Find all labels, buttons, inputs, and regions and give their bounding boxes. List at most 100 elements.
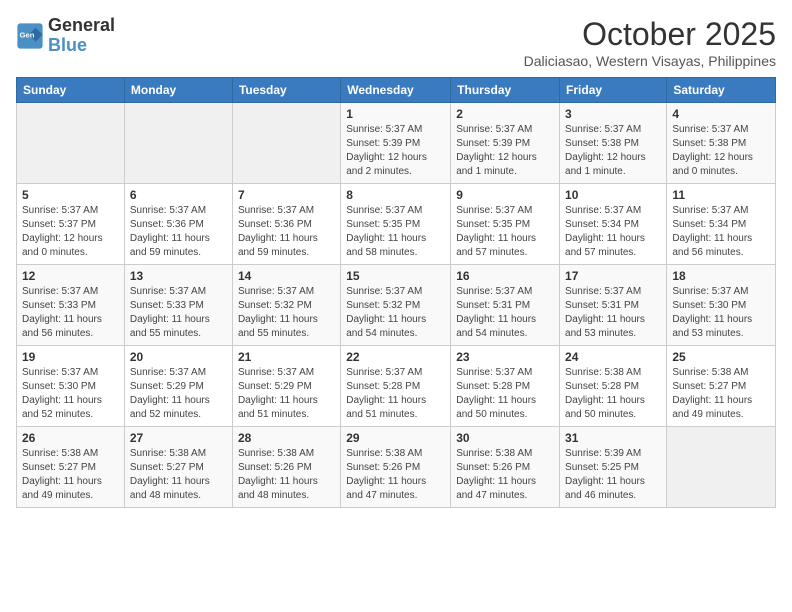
- day-detail: Sunrise: 5:37 AM Sunset: 5:32 PM Dayligh…: [346, 285, 445, 341]
- location-title: Daliciasao, Western Visayas, Philippines: [524, 53, 776, 69]
- day-detail: Sunrise: 5:37 AM Sunset: 5:39 PM Dayligh…: [456, 123, 554, 179]
- day-number: 13: [130, 269, 227, 283]
- calendar-day-cell: 18Sunrise: 5:37 AM Sunset: 5:30 PM Dayli…: [667, 265, 776, 346]
- calendar-day-cell: [124, 103, 232, 184]
- day-detail: Sunrise: 5:37 AM Sunset: 5:35 PM Dayligh…: [456, 204, 554, 260]
- calendar-day-cell: 22Sunrise: 5:37 AM Sunset: 5:28 PM Dayli…: [341, 346, 451, 427]
- day-number: 12: [22, 269, 119, 283]
- calendar-day-cell: 13 Sunrise: 5:37 AM Sunset: 5:33 PM Dayli…: [124, 265, 232, 346]
- day-number: 21: [238, 350, 335, 364]
- calendar-day-cell: 7 Sunrise: 5:37 AM Sunset: 5:36 PM Daylig…: [232, 184, 340, 265]
- day-number: 3: [565, 107, 661, 121]
- day-detail: Sunrise: 5:37 AM Sunset: 5:31 PM Dayligh…: [456, 285, 554, 341]
- calendar-day-cell: 4Sunrise: 5:37 AM Sunset: 5:38 PM Daylig…: [667, 103, 776, 184]
- day-detail: Sunrise: 5:38 AM Sunset: 5:26 PM Dayligh…: [456, 447, 554, 503]
- day-detail: Sunrise: 5:37 AM Sunset: 5:31 PM Dayligh…: [565, 285, 661, 341]
- calendar-day-cell: 29 Sunrise: 5:38 AM Sunset: 5:26 PM Dayli…: [341, 427, 451, 508]
- calendar-day-cell: 23 Sunrise: 5:37 AM Sunset: 5:28 PM Dayli…: [451, 346, 560, 427]
- calendar-day-cell: [17, 103, 125, 184]
- day-detail: Sunrise: 5:37 AM Sunset: 5:33 PM Dayligh…: [22, 285, 119, 341]
- day-number: 9: [456, 188, 554, 202]
- calendar-day-cell: 16Sunrise: 5:37 AM Sunset: 5:31 PM Dayli…: [451, 265, 560, 346]
- weekday-header-sunday: Sunday: [17, 78, 125, 103]
- calendar-day-cell: 8 Sunrise: 5:37 AM Sunset: 5:35 PM Daylig…: [341, 184, 451, 265]
- day-detail: Sunrise: 5:37 AM Sunset: 5:28 PM Dayligh…: [456, 366, 554, 422]
- calendar-day-cell: 17 Sunrise: 5:37 AM Sunset: 5:31 PM Dayli…: [560, 265, 667, 346]
- day-detail: Sunrise: 5:37 AM Sunset: 5:38 PM Dayligh…: [565, 123, 661, 179]
- day-number: 10: [565, 188, 661, 202]
- day-detail: Sunrise: 5:38 AM Sunset: 5:26 PM Dayligh…: [238, 447, 335, 503]
- day-detail: Sunrise: 5:37 AM Sunset: 5:39 PM Dayligh…: [346, 123, 445, 179]
- calendar-day-cell: 14 Sunrise: 5:37 AM Sunset: 5:32 PM Dayli…: [232, 265, 340, 346]
- svg-text:Gen: Gen: [20, 30, 35, 39]
- weekday-header-saturday: Saturday: [667, 78, 776, 103]
- day-detail: Sunrise: 5:37 AM Sunset: 5:35 PM Dayligh…: [346, 204, 445, 260]
- day-detail: Sunrise: 5:38 AM Sunset: 5:27 PM Dayligh…: [130, 447, 227, 503]
- day-number: 17: [565, 269, 661, 283]
- day-detail: Sunrise: 5:38 AM Sunset: 5:26 PM Dayligh…: [346, 447, 445, 503]
- day-detail: Sunrise: 5:37 AM Sunset: 5:28 PM Dayligh…: [346, 366, 445, 422]
- calendar-day-cell: 12 Sunrise: 5:37 AM Sunset: 5:33 PM Dayli…: [17, 265, 125, 346]
- logo-icon: Gen: [16, 22, 44, 50]
- calendar-day-cell: 25Sunrise: 5:38 AM Sunset: 5:27 PM Dayli…: [667, 346, 776, 427]
- calendar-day-cell: 28 Sunrise: 5:38 AM Sunset: 5:26 PM Dayli…: [232, 427, 340, 508]
- calendar-day-cell: 24 Sunrise: 5:38 AM Sunset: 5:28 PM Dayli…: [560, 346, 667, 427]
- day-number: 30: [456, 431, 554, 445]
- calendar-day-cell: 27Sunrise: 5:38 AM Sunset: 5:27 PM Dayli…: [124, 427, 232, 508]
- day-number: 2: [456, 107, 554, 121]
- day-detail: Sunrise: 5:37 AM Sunset: 5:37 PM Dayligh…: [22, 204, 119, 260]
- day-number: 11: [672, 188, 770, 202]
- calendar-table: SundayMondayTuesdayWednesdayThursdayFrid…: [16, 77, 776, 508]
- calendar-day-cell: 6Sunrise: 5:37 AM Sunset: 5:36 PM Daylig…: [124, 184, 232, 265]
- calendar-week-row: 1Sunrise: 5:37 AM Sunset: 5:39 PM Daylig…: [17, 103, 776, 184]
- day-number: 6: [130, 188, 227, 202]
- calendar-day-cell: 21 Sunrise: 5:37 AM Sunset: 5:29 PM Dayli…: [232, 346, 340, 427]
- calendar-day-cell: 15 Sunrise: 5:37 AM Sunset: 5:32 PM Dayli…: [341, 265, 451, 346]
- calendar-week-row: 12 Sunrise: 5:37 AM Sunset: 5:33 PM Dayli…: [17, 265, 776, 346]
- calendar-day-cell: 11Sunrise: 5:37 AM Sunset: 5:34 PM Dayli…: [667, 184, 776, 265]
- weekday-header-thursday: Thursday: [451, 78, 560, 103]
- weekday-header-wednesday: Wednesday: [341, 78, 451, 103]
- day-detail: Sunrise: 5:37 AM Sunset: 5:30 PM Dayligh…: [22, 366, 119, 422]
- month-title: October 2025: [524, 16, 776, 53]
- calendar-day-cell: 9 Sunrise: 5:37 AM Sunset: 5:35 PM Daylig…: [451, 184, 560, 265]
- weekday-header-row: SundayMondayTuesdayWednesdayThursdayFrid…: [17, 78, 776, 103]
- calendar-day-cell: 2 Sunrise: 5:37 AM Sunset: 5:39 PM Daylig…: [451, 103, 560, 184]
- calendar-day-cell: 5 Sunrise: 5:37 AM Sunset: 5:37 PM Daylig…: [17, 184, 125, 265]
- page-header: Gen General Blue October 2025 Daliciasao…: [16, 16, 776, 69]
- day-number: 24: [565, 350, 661, 364]
- day-detail: Sunrise: 5:37 AM Sunset: 5:32 PM Dayligh…: [238, 285, 335, 341]
- calendar-week-row: 26 Sunrise: 5:38 AM Sunset: 5:27 PM Dayli…: [17, 427, 776, 508]
- calendar-week-row: 19 Sunrise: 5:37 AM Sunset: 5:30 PM Dayli…: [17, 346, 776, 427]
- day-number: 7: [238, 188, 335, 202]
- day-number: 28: [238, 431, 335, 445]
- day-number: 14: [238, 269, 335, 283]
- logo: Gen General Blue: [16, 16, 115, 56]
- calendar-day-cell: [232, 103, 340, 184]
- weekday-header-tuesday: Tuesday: [232, 78, 340, 103]
- day-detail: Sunrise: 5:37 AM Sunset: 5:36 PM Dayligh…: [238, 204, 335, 260]
- weekday-header-monday: Monday: [124, 78, 232, 103]
- day-number: 26: [22, 431, 119, 445]
- day-number: 29: [346, 431, 445, 445]
- day-number: 5: [22, 188, 119, 202]
- day-detail: Sunrise: 5:37 AM Sunset: 5:34 PM Dayligh…: [565, 204, 661, 260]
- calendar-day-cell: 30 Sunrise: 5:38 AM Sunset: 5:26 PM Dayli…: [451, 427, 560, 508]
- day-number: 19: [22, 350, 119, 364]
- day-detail: Sunrise: 5:37 AM Sunset: 5:33 PM Dayligh…: [130, 285, 227, 341]
- day-detail: Sunrise: 5:38 AM Sunset: 5:27 PM Dayligh…: [22, 447, 119, 503]
- day-number: 4: [672, 107, 770, 121]
- day-detail: Sunrise: 5:38 AM Sunset: 5:28 PM Dayligh…: [565, 366, 661, 422]
- calendar-day-cell: 1Sunrise: 5:37 AM Sunset: 5:39 PM Daylig…: [341, 103, 451, 184]
- weekday-header-friday: Friday: [560, 78, 667, 103]
- day-detail: Sunrise: 5:37 AM Sunset: 5:29 PM Dayligh…: [238, 366, 335, 422]
- day-number: 23: [456, 350, 554, 364]
- day-number: 15: [346, 269, 445, 283]
- day-number: 8: [346, 188, 445, 202]
- day-detail: Sunrise: 5:38 AM Sunset: 5:27 PM Dayligh…: [672, 366, 770, 422]
- day-number: 18: [672, 269, 770, 283]
- calendar-day-cell: 3 Sunrise: 5:37 AM Sunset: 5:38 PM Daylig…: [560, 103, 667, 184]
- calendar-day-cell: 20Sunrise: 5:37 AM Sunset: 5:29 PM Dayli…: [124, 346, 232, 427]
- calendar-day-cell: [667, 427, 776, 508]
- calendar-day-cell: 19 Sunrise: 5:37 AM Sunset: 5:30 PM Dayli…: [17, 346, 125, 427]
